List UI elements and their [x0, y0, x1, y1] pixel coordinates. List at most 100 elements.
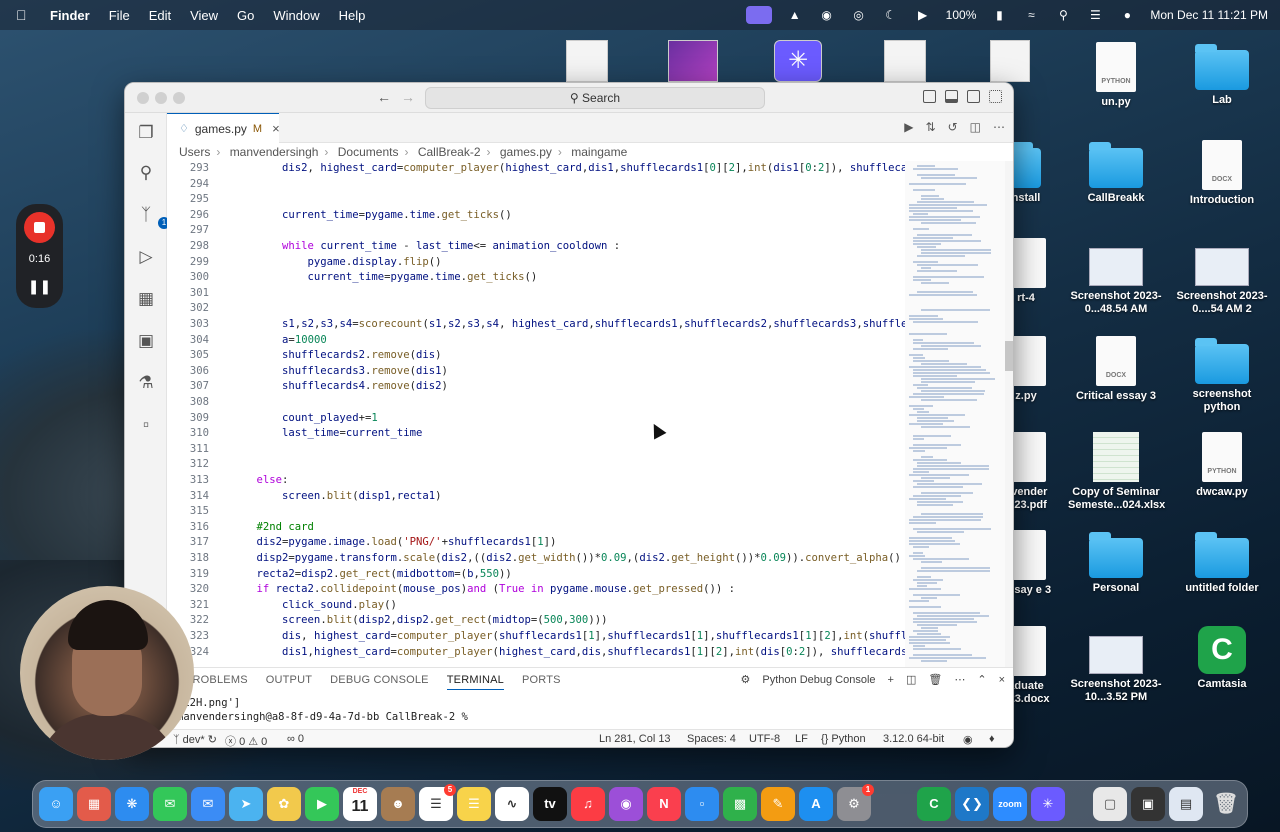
code-line[interactable]: 301 [167, 286, 905, 302]
clock[interactable]: Mon Dec 11 11:21 PM [1150, 8, 1268, 22]
menu-view[interactable]: View [190, 8, 218, 23]
code-line[interactable]: 324 dis1,highest_card=computer_player(hi… [167, 645, 905, 661]
breadcrumb-item[interactable]: Users [179, 145, 210, 159]
close-tab-icon[interactable]: × [272, 121, 280, 136]
more-actions-icon[interactable]: ⋯ [954, 673, 965, 686]
code-line[interactable]: 316 #2nd card [167, 520, 905, 536]
desktop-thumbnail[interactable] [990, 40, 1030, 82]
keynote-icon[interactable]: ▫ [685, 787, 719, 821]
desktop-icon[interactable]: Screenshot 2023-10...3.52 PM [1068, 626, 1164, 704]
menu-file[interactable]: File [109, 8, 130, 23]
editor-scrollbar[interactable] [1005, 161, 1013, 667]
tab-games-py[interactable]: ♢ games.py M × [167, 113, 280, 143]
code-line[interactable]: 315 [167, 504, 905, 520]
toggle-secondary-sidebar-icon[interactable] [967, 90, 980, 103]
line-ending[interactable]: LF [795, 733, 808, 745]
freeform-icon[interactable]: ∿ [495, 787, 529, 821]
code-line[interactable]: 297 [167, 223, 905, 239]
source-control-icon[interactable]: ᛉ1 [136, 205, 170, 229]
command-center-search[interactable]: ⚲ Search [425, 87, 765, 109]
desktop-icon[interactable]: Personal [1068, 530, 1164, 595]
minimap[interactable] [905, 161, 1005, 667]
minimize-window-button[interactable] [155, 92, 167, 104]
kill-terminal-icon[interactable]: 🗑 [928, 673, 942, 686]
customize-layout-icon[interactable] [989, 90, 1002, 103]
run-python-icon[interactable]: ▶ [904, 120, 913, 134]
tv-icon[interactable]: tv [533, 787, 567, 821]
tab-problems[interactable]: PROBLEMS [185, 674, 248, 686]
desktop-icon[interactable]: Lab [1174, 42, 1270, 107]
app-status-icon[interactable]: ▲ [786, 8, 804, 22]
zoom-icon[interactable]: zoom [993, 787, 1027, 821]
launchpad-icon[interactable]: ▦ [77, 787, 111, 821]
split-editor-icon[interactable]: ◫ [970, 120, 981, 134]
desktop-icon[interactable]: PYTHON dwcaw.py [1174, 432, 1270, 499]
maps-icon[interactable]: ➤ [229, 787, 263, 821]
code-line[interactable]: 299 pygame.display.flip() [167, 255, 905, 271]
code-line[interactable]: 323 dis, highest_card=computer_player(sh… [167, 629, 905, 645]
split-terminal-icon[interactable]: ◫ [906, 673, 916, 686]
code-line[interactable]: 311 [167, 442, 905, 458]
code-line[interactable]: 313 else: [167, 473, 905, 489]
code-editor[interactable]: 293 dis2, highest_card=computer_player(h… [167, 161, 905, 667]
contacts-icon[interactable]: ☻ [381, 787, 415, 821]
desktop-icon[interactable]: screenshot python [1174, 336, 1270, 414]
compare-changes-icon[interactable]: ⇅ [926, 120, 936, 134]
downloads-stack-icon[interactable]: ▤ [1169, 787, 1203, 821]
mail-icon[interactable]: ✉ [191, 787, 225, 821]
control-center-icon[interactable]: ☰ [1086, 8, 1104, 22]
code-line[interactable]: 300 current_time=pygame.time.get_ticks() [167, 270, 905, 286]
code-line[interactable]: 303 s1,s2,s3,s4=scorecount(s1,s2,s3,s4, … [167, 317, 905, 333]
activity-icon[interactable]: ◎ [850, 8, 868, 22]
menu-finder[interactable]: Finder [50, 8, 90, 23]
code-line[interactable]: 302 [167, 301, 905, 317]
desktop-thumbnail[interactable] [668, 40, 718, 82]
recent-screenshot-icon[interactable]: ▣ [1131, 787, 1165, 821]
notifications-bell-icon[interactable]: ♦ [989, 733, 995, 745]
code-line[interactable]: 312 [167, 457, 905, 473]
chat-icon[interactable]: ▫ [136, 415, 156, 435]
app-store-icon[interactable]: A [799, 787, 833, 821]
search-icon[interactable]: ⚲ [1054, 8, 1072, 22]
messages-icon[interactable]: ✉ [153, 787, 187, 821]
search-icon[interactable]: ⚲ [136, 163, 156, 183]
code-line[interactable]: 293 dis2, highest_card=computer_player(h… [167, 161, 905, 177]
editor-scrollbar-thumb[interactable] [1005, 341, 1013, 371]
code-line[interactable]: 317 dis2=pygame.image.load('PNG/'+shuffl… [167, 535, 905, 551]
code-line[interactable]: 308 [167, 395, 905, 411]
breadcrumb-item[interactable]: CallBreak-2 [418, 145, 481, 159]
pause-recording-button[interactable]: ❚❚ [16, 278, 63, 295]
code-line[interactable]: 310 last_time=current_time [167, 426, 905, 442]
camtasia-dock-icon[interactable]: C [917, 787, 951, 821]
wifi-icon[interactable]: ≈ [1022, 8, 1040, 22]
python-interpreter[interactable]: 3.12.0 64-bit [883, 733, 944, 745]
desktop-icon[interactable]: DOCX Critical essay 3 [1068, 336, 1164, 403]
breadcrumb-item[interactable]: maingame [571, 145, 627, 159]
terminal-output[interactable]: '12H.png'] manvendersingh@a8-8f-d9-4a-7d-… [177, 696, 474, 724]
code-line[interactable]: 314 screen.blit(disp1,recta1) [167, 489, 905, 505]
code-line[interactable]: 298 while current_time - last_time<= ani… [167, 239, 905, 255]
screen-recorder-icon[interactable] [745, 6, 772, 24]
news-icon[interactable]: N [647, 787, 681, 821]
photos-icon[interactable]: ✿ [267, 787, 301, 821]
desktop-icon[interactable]: Screenshot 2023-0....54 AM 2 [1174, 238, 1270, 316]
podcasts-icon[interactable]: ◉ [609, 787, 643, 821]
stop-recording-button[interactable] [24, 212, 55, 243]
cursor-position[interactable]: Ln 281, Col 13 [599, 733, 671, 745]
tab-debug-console[interactable]: DEBUG CONSOLE [330, 674, 429, 686]
testing-icon[interactable]: ⚗ [136, 373, 156, 393]
facetime-icon[interactable]: ▶ [305, 787, 339, 821]
terminal-instance-label[interactable]: Python Debug Console [762, 674, 875, 686]
desktop-icon[interactable]: PYTHON un.py [1068, 42, 1164, 109]
star-app-icon[interactable]: ✳ [1031, 787, 1065, 821]
menu-window[interactable]: Window [273, 8, 319, 23]
moon-icon[interactable]: ☾ [882, 8, 900, 22]
git-branch[interactable]: ᛉ dev* ↻ [173, 733, 217, 746]
code-line[interactable]: 306 shufflecards3.remove(dis1) [167, 364, 905, 380]
menu-edit[interactable]: Edit [149, 8, 171, 23]
calendar-icon[interactable]: DEC 11 [343, 787, 377, 821]
code-line[interactable]: 322 screen.blit(disp2,disp2.get_rect(mid… [167, 613, 905, 629]
code-line[interactable]: 295 [167, 192, 905, 208]
zoom-window-button[interactable] [173, 92, 185, 104]
system-settings-icon[interactable]: ⚙ 1 [837, 784, 874, 821]
